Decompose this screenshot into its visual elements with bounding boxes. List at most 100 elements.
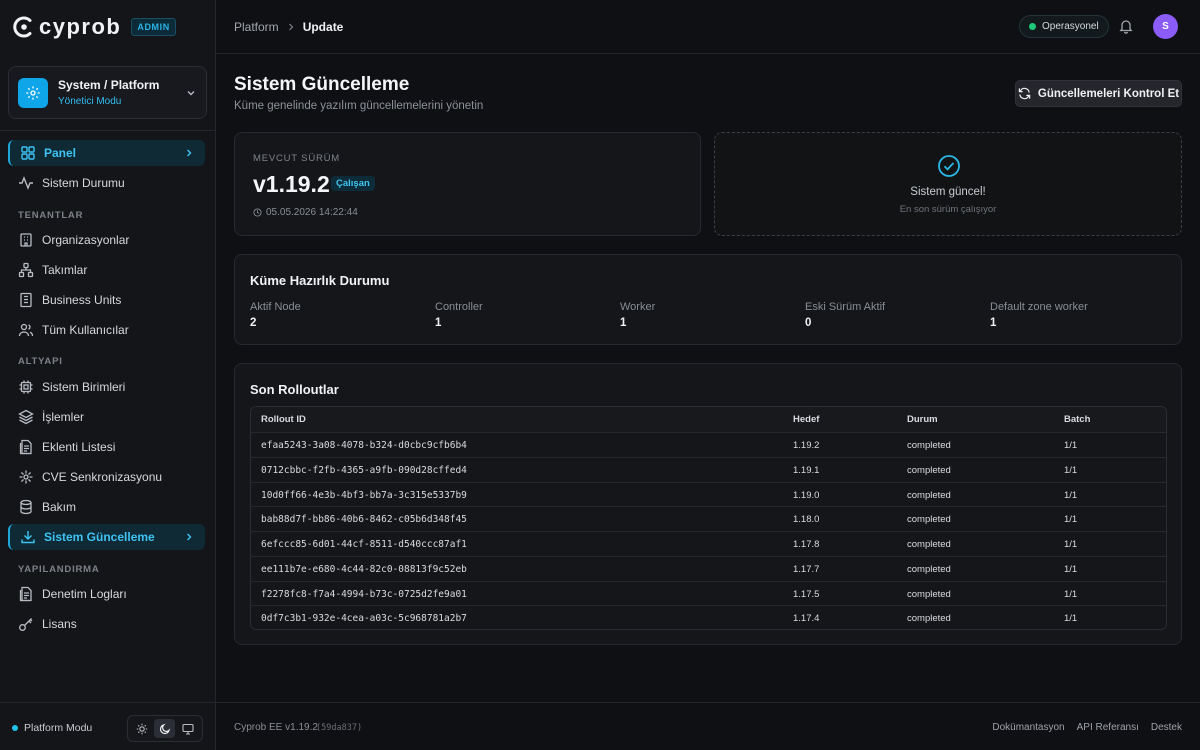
check-updates-button[interactable]: Güncellemeleri Kontrol Et	[1015, 80, 1182, 107]
sidebar-item-label: Business Units	[42, 293, 122, 307]
table-row[interactable]: bab88d7f-bb86-40b6-8462-c05b6d348f45 1.1…	[251, 506, 1166, 531]
rollout-id: 0df7c3b1-932e-4cea-a03c-5c968781a2b7	[261, 613, 467, 624]
breadcrumb-current: Update	[302, 20, 344, 34]
recent-rollouts-title: Son Rolloutlar	[250, 382, 339, 397]
context-subtitle: Yönetici Modu	[58, 96, 122, 107]
column-header-batch[interactable]: Batch	[1064, 414, 1090, 425]
sidebar-item-sistem-guncelleme[interactable]: Sistem Güncelleme	[8, 524, 205, 550]
context-switcher[interactable]: System / Platform Yönetici Modu	[8, 66, 207, 119]
theme-light-button[interactable]	[132, 719, 153, 738]
chevron-right-icon	[187, 533, 192, 541]
footer-link-api[interactable]: API Referansı	[1077, 722, 1139, 733]
sidebar-item-label: İşlemler	[42, 410, 85, 424]
rollout-target: 1.19.2	[793, 440, 820, 451]
sidebar: cyprob ADMIN System / Platform Yönetici …	[0, 0, 216, 750]
rollout-target: 1.19.0	[793, 490, 820, 501]
breadcrumb-platform[interactable]: Platform	[234, 20, 279, 34]
sidebar-item-lisans[interactable]: Lisans	[8, 611, 205, 637]
rollout-batch: 1/1	[1064, 589, 1078, 600]
sidebar-item-sistem-birimleri[interactable]: Sistem Birimleri	[8, 374, 205, 400]
footer-link-docs[interactable]: Dokümantasyon	[992, 722, 1064, 733]
stat-aktif-node: Aktif Node 2	[250, 301, 301, 329]
section-label-altyapi: ALTYAPI	[18, 356, 63, 367]
column-header-durum[interactable]: Durum	[907, 414, 938, 425]
table-row[interactable]: efaa5243-3a08-4078-b324-d0cbc9cfb6b4 1.1…	[251, 432, 1166, 457]
rollout-batch: 1/1	[1064, 465, 1078, 476]
rollout-id: 0712cbbc-f2fb-4365-a9fb-090d28cffed4	[261, 465, 467, 476]
sidebar-item-denetim-loglari[interactable]: Denetim Logları	[8, 581, 205, 607]
footer-links: Dokümantasyon API Referansı Destek	[980, 722, 1182, 733]
chevron-right-icon	[187, 149, 192, 157]
moon-icon	[159, 723, 171, 734]
sidebar-item-label: Sistem Birimleri	[42, 380, 126, 394]
sidebar-item-takimlar[interactable]: Takımlar	[8, 257, 205, 283]
breadcrumb: Platform Update	[234, 20, 343, 34]
footer-version: Cyprob EE v1.19.2	[234, 722, 318, 733]
chevron-right-icon	[288, 23, 294, 31]
stat-label: Controller	[435, 301, 483, 313]
sidebar-item-business-units[interactable]: Business Units	[8, 287, 205, 313]
building-icon	[20, 233, 32, 247]
theme-system-button[interactable]	[177, 719, 198, 738]
sidebar-item-tum-kullanicilar[interactable]: Tüm Kullanıcılar	[8, 317, 205, 343]
avatar[interactable]: S	[1153, 14, 1178, 39]
key-icon	[19, 618, 33, 631]
mode-label: Platform Modu	[24, 722, 93, 734]
status-dot	[1029, 23, 1036, 30]
chip-icon	[19, 380, 33, 394]
layers-icon	[18, 409, 34, 425]
table-row[interactable]: 6efccc85-6d01-44cf-8511-d540ccc87af1 1.1…	[251, 531, 1166, 556]
rollout-status: completed	[907, 589, 951, 600]
sidebar-item-label: Panel	[44, 146, 77, 160]
brand-name: cyprob	[39, 14, 122, 39]
rollout-target: 1.17.7	[793, 564, 820, 575]
cve-icon	[19, 470, 33, 484]
rollout-target: 1.17.4	[793, 613, 820, 624]
sidebar-item-label: Denetim Logları	[42, 587, 127, 601]
sidebar-item-label: Sistem Güncelleme	[44, 530, 155, 544]
clock-icon	[253, 208, 262, 217]
sidebar-item-eklenti-listesi[interactable]: Eklenti Listesi	[8, 434, 205, 460]
system-status-badge[interactable]: Operasyonel	[1019, 15, 1109, 38]
sidebar-item-islemler[interactable]: İşlemler	[8, 404, 205, 430]
column-header-rollout-id[interactable]: Rollout ID	[261, 414, 306, 425]
rollout-batch: 1/1	[1064, 539, 1078, 550]
sidebar-item-organizasyonlar[interactable]: Organizasyonlar	[8, 227, 205, 253]
rollouts-table: Rollout ID Hedef Durum Batch efaa5243-3a…	[250, 406, 1167, 630]
log-icon	[19, 586, 32, 602]
rollout-status: completed	[907, 440, 951, 451]
stat-label: Aktif Node	[250, 301, 301, 313]
table-row[interactable]: 0712cbbc-f2fb-4365-a9fb-090d28cffed4 1.1…	[251, 457, 1166, 482]
stat-value: 0	[805, 317, 812, 329]
mode-indicator-dot	[12, 725, 18, 731]
rollout-id: 10d0ff66-4e3b-4bf3-bb7a-3c315e5337b9	[261, 490, 467, 501]
sidebar-item-bakim[interactable]: Bakım	[8, 494, 205, 520]
stat-eski-surum-aktif: Eski Sürüm Aktif 0	[805, 301, 885, 329]
table-row[interactable]: 0df7c3b1-932e-4cea-a03c-5c968781a2b7 1.1…	[251, 605, 1166, 629]
table-row[interactable]: ee111b7e-e680-4c44-82c0-08813f9c52eb 1.1…	[251, 556, 1166, 581]
theme-dark-button[interactable]	[154, 719, 176, 738]
stat-value: 1	[990, 317, 997, 329]
column-header-hedef[interactable]: Hedef	[793, 414, 819, 425]
dashboard-icon	[21, 146, 35, 160]
rollout-target: 1.17.5	[793, 589, 820, 600]
cyprob-logo-icon	[13, 16, 32, 38]
theme-toggle	[127, 715, 203, 742]
sidebar-item-sistem-durumu[interactable]: Sistem Durumu	[8, 170, 205, 196]
sidebar-footer: Platform Modu	[0, 702, 216, 750]
stat-value: 2	[250, 317, 257, 329]
footer-link-support[interactable]: Destek	[1151, 722, 1182, 733]
rollout-target: 1.18.0	[793, 514, 820, 525]
cluster-readiness-card: Küme Hazırlık Durumu Aktif Node 2 Contro…	[234, 254, 1182, 345]
bell-icon[interactable]	[1118, 18, 1134, 34]
current-version-timestamp: 05.05.2026 14:22:44	[266, 207, 358, 218]
rollout-batch: 1/1	[1064, 613, 1078, 624]
table-row[interactable]: 10d0ff66-4e3b-4bf3-bb7a-3c315e5337b9 1.1…	[251, 482, 1166, 507]
table-row[interactable]: f2278fc8-f7a4-4994-b73c-0725d2fe9a01 1.1…	[251, 581, 1166, 606]
sidebar-item-cve-senkronizasyonu[interactable]: CVE Senkronizasyonu	[8, 464, 205, 490]
running-badge: Çalışan	[331, 176, 375, 191]
users-icon	[18, 323, 34, 337]
status-label: Operasyonel	[1042, 21, 1099, 32]
brand[interactable]: cyprob ADMIN	[12, 14, 176, 40]
sidebar-item-panel[interactable]: Panel	[8, 140, 205, 166]
